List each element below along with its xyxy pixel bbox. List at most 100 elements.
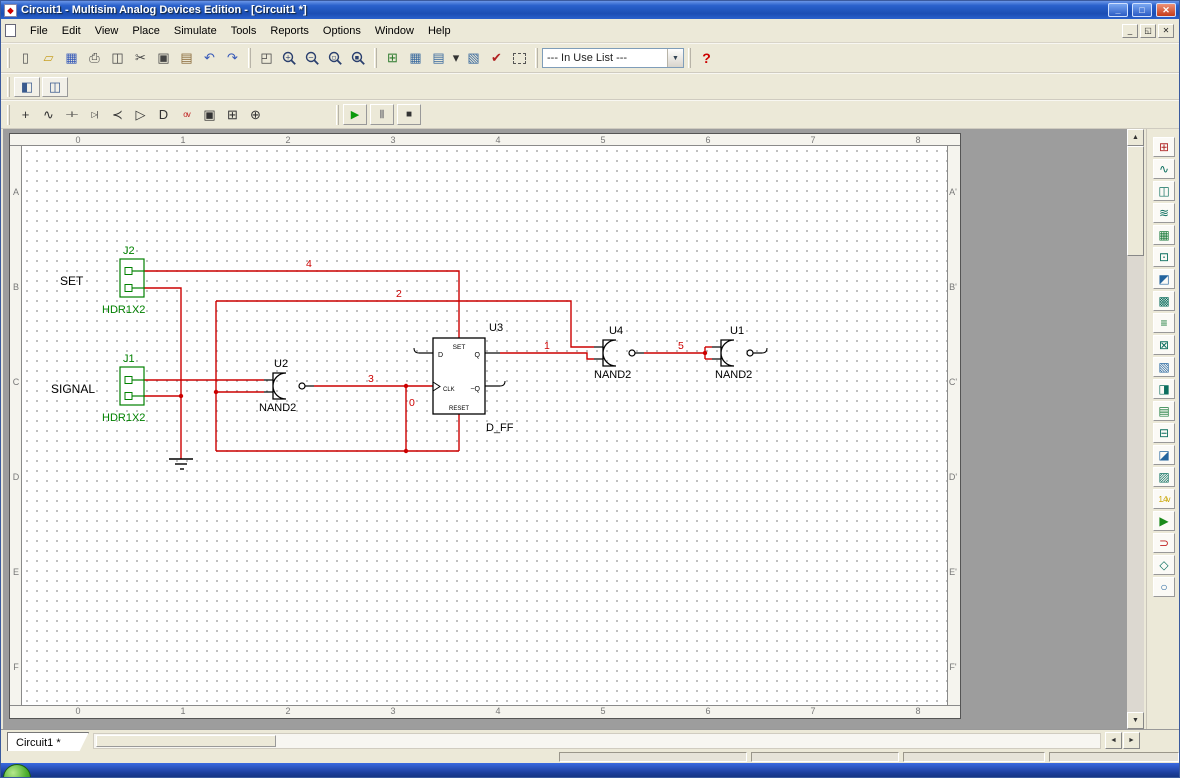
refdes-label[interactable]: U4 (609, 325, 623, 337)
palette-hierarchy-button[interactable]: ◇ (1153, 555, 1175, 575)
zoom-in-button[interactable]: + (278, 47, 301, 69)
net-number-label[interactable]: 3 (368, 373, 374, 385)
design-toolbox-toggle-button[interactable]: ◧ (14, 77, 40, 97)
full-screen-button[interactable]: ◰ (255, 47, 278, 69)
refdes-label[interactable]: U3 (489, 322, 503, 334)
stop-button[interactable]: ■ (397, 104, 421, 125)
postprocessor-button[interactable]: ✔ (485, 47, 508, 69)
place-analog-button[interactable]: ▷ (129, 104, 152, 126)
part-label[interactable]: HDR1X2 (102, 304, 145, 316)
place-ttl-button[interactable]: D (152, 104, 175, 126)
print-button[interactable]: ⎙ (83, 47, 106, 69)
vertical-scroll-thumb[interactable] (1127, 146, 1144, 256)
palette-peripherals-button[interactable]: ▤ (1153, 401, 1175, 421)
text-label[interactable]: SIGNAL (51, 382, 95, 396)
place-3d-button[interactable]: ⊕ (244, 104, 267, 126)
edit-region-button[interactable] (508, 47, 531, 69)
menu-tools[interactable]: Tools (224, 22, 264, 40)
palette-transistors-button[interactable]: ≋ (1153, 203, 1175, 223)
help-button[interactable]: ? (695, 47, 718, 69)
place-basic-button[interactable]: ∿ (37, 104, 60, 126)
net-number-label[interactable]: 0 (409, 397, 415, 409)
wire[interactable] (216, 301, 594, 347)
menu-help[interactable]: Help (421, 22, 458, 40)
place-misc-button[interactable]: ▣ (198, 104, 221, 126)
menu-simulate[interactable]: Simulate (167, 22, 224, 40)
palette-diodes-button[interactable]: ◫ (1153, 181, 1175, 201)
place-rated-button[interactable]: ⊞ (221, 104, 244, 126)
save-button[interactable]: ▦ (60, 47, 83, 69)
palette-misc-button[interactable]: ◨ (1153, 379, 1175, 399)
place-capacitor-button[interactable]: ⊣⊢ (60, 104, 83, 126)
wire[interactable] (500, 353, 594, 359)
part-label[interactable]: NAND2 (259, 402, 296, 414)
net-number-label[interactable]: 5 (678, 340, 684, 352)
net-number-label[interactable]: 2 (396, 288, 402, 300)
menu-options[interactable]: Options (316, 22, 368, 40)
ground-symbol[interactable] (169, 459, 193, 469)
gate-u1[interactable] (712, 340, 767, 366)
palette-electromech-button[interactable]: ◪ (1153, 445, 1175, 465)
text-label[interactable]: SET (60, 274, 84, 288)
redo-button[interactable]: ↷ (221, 47, 244, 69)
in-use-list-combo[interactable]: --- In Use List --- ▼ (542, 48, 684, 68)
design-toolbox-button[interactable]: ⊞ (381, 47, 404, 69)
wire[interactable] (144, 288, 181, 459)
maximize-button[interactable]: □ (1132, 3, 1152, 17)
palette-misc-digital-button[interactable]: ▩ (1153, 291, 1175, 311)
paste-button[interactable]: ▤ (175, 47, 198, 69)
database-manager-button[interactable]: ▤ (427, 47, 450, 69)
palette-analog-button[interactable]: ▦ (1153, 225, 1175, 245)
palette-sources-button[interactable]: ⊞ (1153, 137, 1175, 157)
mdi-minimize-button[interactable]: _ (1122, 24, 1138, 38)
net-number-label[interactable]: 1 (544, 340, 550, 352)
menu-reports[interactable]: Reports (263, 22, 316, 40)
menu-window[interactable]: Window (368, 22, 421, 40)
place-measurement-button[interactable]: ov (175, 104, 198, 126)
mdi-restore-button[interactable]: ◱ (1140, 24, 1156, 38)
refdes-label[interactable]: U1 (730, 325, 744, 337)
new-file-button[interactable]: ▯ (14, 47, 37, 69)
place-source-button[interactable]: + (14, 104, 37, 126)
scroll-up-button[interactable]: ▲ (1127, 129, 1144, 146)
connector-j2[interactable] (120, 259, 144, 297)
tab-circuit1[interactable]: Circuit1 * (7, 732, 89, 752)
palette-analog-devices-button[interactable]: 1.4v (1153, 489, 1175, 509)
horizontal-scroll-thumb[interactable] (96, 735, 276, 747)
cut-button[interactable]: ✂ (129, 47, 152, 69)
part-label[interactable]: D_FF (486, 422, 514, 434)
wire[interactable] (144, 271, 459, 338)
palette-mixed-button[interactable]: ≡ (1153, 313, 1175, 333)
run-button[interactable]: ▶ (343, 104, 367, 125)
menu-file[interactable]: File (23, 22, 55, 40)
part-label[interactable]: NAND2 (594, 369, 631, 381)
spreadsheet-view-button[interactable]: ▦ (404, 47, 427, 69)
palette-basic-button[interactable]: ∿ (1153, 159, 1175, 179)
copy-button[interactable]: ▣ (152, 47, 175, 69)
database-dropdown-button[interactable]: ▾ (450, 47, 462, 69)
open-file-button[interactable]: ▱ (37, 47, 60, 69)
palette-cmos-button[interactable]: ◩ (1153, 269, 1175, 289)
zoom-out-button[interactable]: − (301, 47, 324, 69)
palette-indicators-button[interactable]: ⊠ (1153, 335, 1175, 355)
place-transistor-button[interactable]: ≺ (106, 104, 129, 126)
horizontal-scrollbar[interactable] (93, 733, 1101, 749)
menu-place[interactable]: Place (125, 22, 167, 40)
schematic-canvas[interactable]: 012345678012345678ABCDEFA'B'C'D'E'F'J2HD… (3, 129, 1127, 729)
net-number-label[interactable]: 4 (306, 258, 312, 270)
pause-button[interactable]: Ⅱ (370, 104, 394, 125)
gate-u4[interactable] (594, 340, 644, 366)
minimize-button[interactable]: _ (1108, 3, 1128, 17)
palette-rf-button[interactable]: ⊟ (1153, 423, 1175, 443)
start-button[interactable] (3, 764, 31, 778)
refdes-label[interactable]: U2 (274, 358, 288, 370)
menu-edit[interactable]: Edit (55, 22, 88, 40)
scroll-right-button[interactable]: ► (1123, 732, 1140, 749)
taskbar[interactable] (1, 763, 1179, 778)
part-label[interactable]: NAND2 (715, 369, 752, 381)
palette-mcu-button[interactable]: ▨ (1153, 467, 1175, 487)
print-preview-button[interactable]: ◫ (106, 47, 129, 69)
place-diode-button[interactable]: ▷| (83, 104, 106, 126)
undo-button[interactable]: ↶ (198, 47, 221, 69)
refdes-label[interactable]: J1 (123, 353, 135, 365)
